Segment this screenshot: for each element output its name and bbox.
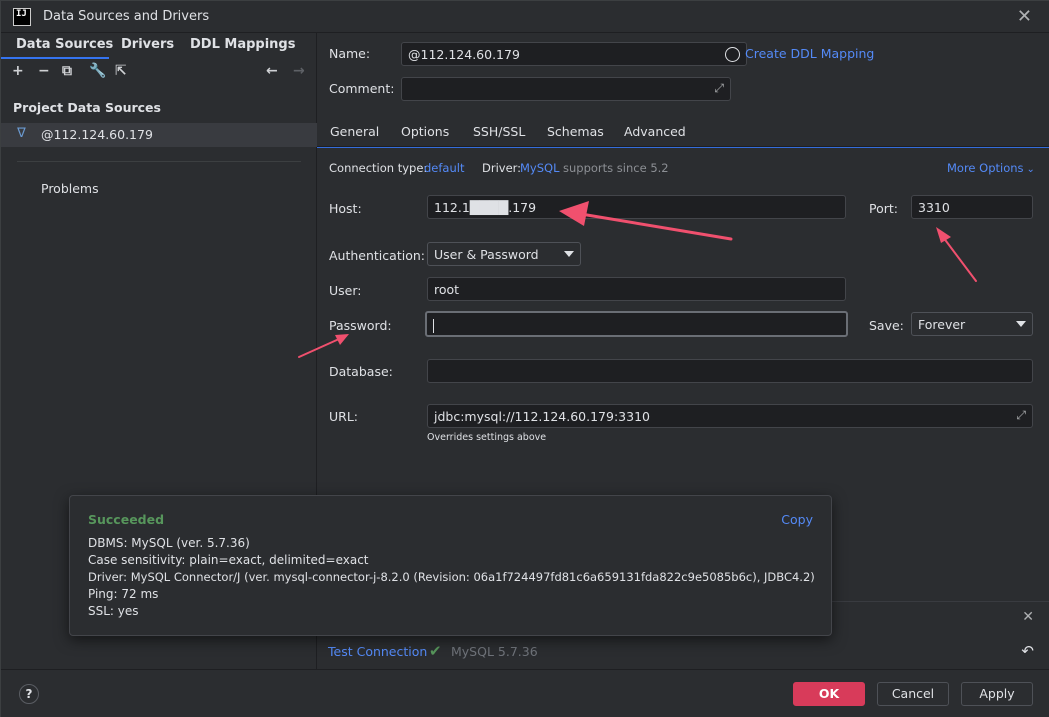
intellij-logo-icon: IJ [13,8,31,26]
test-connection-version: MySQL 5.7.36 [451,644,538,659]
url-input[interactable]: jdbc:mysql://112.124.60.179:3310 ⤢ [427,404,1033,428]
popup-line-case: Case sensitivity: plain=exact, delimited… [88,553,369,567]
left-tabs: Data Sources Drivers DDL Mappings [1,33,317,59]
popup-line-ping: Ping: 72 ms [88,587,159,601]
user-label: User: [329,283,362,298]
connection-type-link[interactable]: default [424,161,464,175]
password-input[interactable] [425,311,848,337]
port-label: Port: [869,201,898,216]
authentication-label: Authentication: [329,248,425,263]
duplicate-icon[interactable]: ⧉ [62,63,72,79]
connection-result-popup: Succeeded Copy DBMS: MySQL (ver. 5.7.36)… [69,495,832,636]
copy-link[interactable]: Copy [781,512,813,527]
expand-icon[interactable]: ⤢ [1016,408,1026,423]
ok-button[interactable]: OK [793,682,865,706]
authentication-select[interactable]: User & Password [427,242,581,266]
text-cursor [433,318,434,333]
wrench-icon[interactable]: 🔧 [89,63,106,79]
database-label: Database: [329,364,393,379]
save-value: Forever [918,317,966,332]
data-source-item[interactable]: ᐁ @112.124.60.179 [1,123,317,147]
tab-ssh-ssl[interactable]: SSH/SSL [473,124,525,139]
url-label: URL: [329,409,359,424]
cancel-button[interactable]: Cancel [877,682,949,706]
driver-link[interactable]: MySQL [520,161,560,175]
host-input[interactable]: 112.1████.179 [427,195,846,219]
open-external-icon[interactable]: ⇱ [115,63,127,79]
dialog-footer: ? OK Cancel Apply [1,669,1049,717]
password-label: Password: [329,318,392,333]
back-arrow-icon[interactable]: ← [266,63,278,79]
connection-type-label: Connection type: [329,161,428,175]
dialog-window: IJ Data Sources and Drivers ✕ Data Sourc… [0,0,1049,717]
url-value: jdbc:mysql://112.124.60.179:3310 [434,409,650,424]
section-title: Project Data Sources [13,100,161,115]
more-options-label: More Options [947,161,1024,175]
name-value: @112.124.60.179 [408,47,520,62]
mysql-dolphin-icon: ᐁ [17,126,26,141]
data-source-label: @112.124.60.179 [41,127,153,142]
url-note: Overrides settings above [427,432,547,443]
tab-data-sources[interactable]: Data Sources [16,37,113,55]
tab-separator [317,147,1049,148]
expand-icon[interactable]: ⤢ [714,81,724,96]
name-label: Name: [329,46,371,61]
apply-button[interactable]: Apply [961,682,1033,706]
save-select[interactable]: Forever [911,312,1033,336]
close-icon[interactable]: ✕ [1022,609,1034,625]
title-bar: IJ Data Sources and Drivers ✕ [1,1,1049,33]
tab-general[interactable]: General [330,124,379,139]
remove-icon[interactable]: − [38,63,50,79]
save-label: Save: [869,318,904,333]
undo-icon[interactable]: ↶ [1021,642,1034,660]
host-label: Host: [329,201,362,216]
check-icon: ✔ [429,642,442,660]
dropdown-caret-icon [1016,321,1026,327]
left-toolbar: + − ⧉ 🔧 ⇱ ← → [1,63,317,87]
help-icon[interactable]: ? [19,684,39,704]
driver-note: supports since 5.2 [563,161,669,175]
chevron-down-icon: ⌄ [1026,164,1035,175]
name-input[interactable]: @112.124.60.179 [401,42,747,66]
tab-advanced[interactable]: Advanced [624,124,686,139]
forward-arrow-icon[interactable]: → [293,63,305,79]
divider [17,161,301,162]
database-input[interactable] [427,359,1033,383]
tab-options[interactable]: Options [401,124,449,139]
active-tab-indicator [1,57,109,59]
driver-label: Driver: [482,161,522,175]
problems-item[interactable]: Problems [41,181,99,196]
port-input[interactable]: 3310 [911,195,1033,219]
window-title: Data Sources and Drivers [43,9,210,24]
add-icon[interactable]: + [12,63,24,79]
popup-line-driver: Driver: MySQL Connector/J (ver. mysql-co… [88,570,815,584]
popup-line-ssl: SSL: yes [88,604,139,618]
test-connection-link[interactable]: Test Connection [328,644,427,659]
user-input[interactable]: root [427,277,846,301]
popup-title: Succeeded [88,512,165,527]
comment-input[interactable]: ⤢ [401,77,731,101]
create-ddl-mapping-link[interactable]: Create DDL Mapping [745,46,874,61]
popup-line-dbms: DBMS: MySQL (ver. 5.7.36) [88,536,250,550]
settings-tabs: General Options SSH/SSL Schemas Advanced [317,117,1049,147]
color-circle-icon[interactable] [725,47,740,62]
tab-ddl-mappings[interactable]: DDL Mappings [190,37,295,52]
tab-drivers[interactable]: Drivers [121,37,174,52]
comment-label: Comment: [329,81,395,96]
tab-schemas[interactable]: Schemas [547,124,604,139]
authentication-value: User & Password [434,247,539,262]
close-window-icon[interactable]: ✕ [1017,6,1032,27]
more-options-link[interactable]: More Options ⌄ [947,161,1035,175]
dropdown-caret-icon [564,251,574,257]
